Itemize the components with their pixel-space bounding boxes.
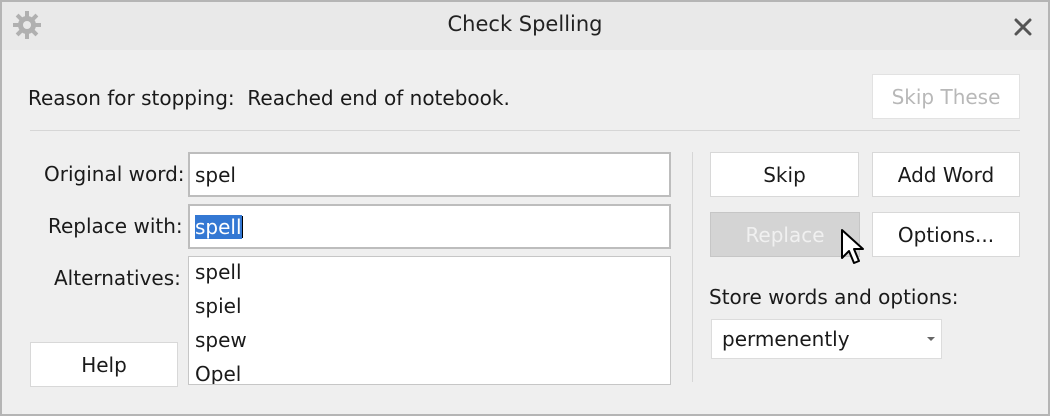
- reason-label: Reason for stopping: Reached end of note…: [28, 86, 510, 110]
- alternatives-label: Alternatives:: [54, 266, 181, 290]
- add-word-button[interactable]: Add Word: [872, 152, 1020, 197]
- skip-button[interactable]: Skip: [710, 152, 859, 197]
- list-item[interactable]: spell: [189, 257, 670, 291]
- close-icon[interactable]: [1010, 14, 1036, 40]
- list-item[interactable]: spew: [189, 325, 670, 359]
- replace-with-field[interactable]: spell: [188, 204, 671, 249]
- help-button[interactable]: Help: [30, 342, 178, 387]
- options-button[interactable]: Options...: [872, 212, 1020, 257]
- original-word-field[interactable]: spel: [188, 152, 671, 197]
- store-words-value: permenently: [722, 327, 850, 351]
- chevron-down-icon: [927, 337, 935, 341]
- list-item[interactable]: spiel: [189, 291, 670, 325]
- original-word-value: spel: [195, 162, 236, 187]
- replace-with-value: spell: [195, 214, 242, 239]
- store-words-label: Store words and options:: [709, 285, 959, 309]
- skip-these-button[interactable]: Skip These: [872, 74, 1020, 119]
- replace-with-label: Replace with:: [48, 214, 183, 238]
- vertical-divider: [692, 152, 693, 382]
- alternatives-list[interactable]: spell spiel spew Opel: [188, 256, 671, 385]
- text-caret: [241, 215, 243, 238]
- replace-button[interactable]: Replace: [710, 212, 860, 257]
- store-words-select[interactable]: permenently: [711, 319, 942, 359]
- window-title: Check Spelling: [447, 12, 603, 36]
- mouse-pointer-icon: [841, 229, 864, 264]
- check-spelling-dialog: Check Spelling Reason for stopping: Reac…: [0, 0, 1050, 416]
- list-item[interactable]: Opel: [189, 359, 670, 384]
- reason-value: Reached end of notebook.: [247, 86, 510, 110]
- title-bar: Check Spelling: [2, 2, 1048, 50]
- original-word-label: Original word:: [44, 162, 185, 186]
- horizontal-divider: [30, 130, 1020, 131]
